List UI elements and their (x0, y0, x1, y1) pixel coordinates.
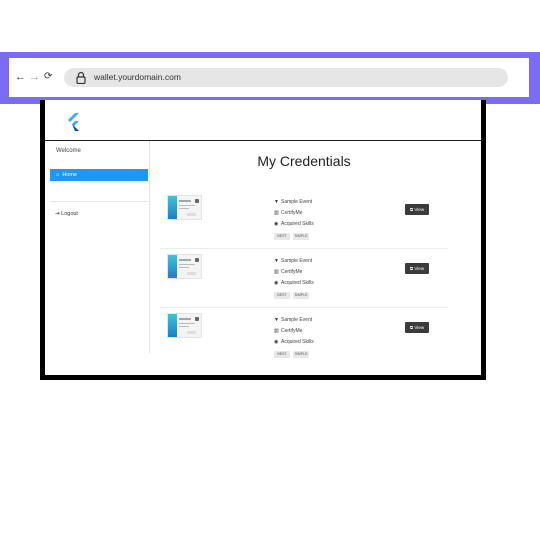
issuer-name: CertifyMe (281, 328, 303, 334)
skill-tag: BEST (274, 292, 290, 299)
skills-icon: ◉ (274, 221, 279, 227)
event-name: Sample Event (281, 258, 313, 264)
skills-label: Acquired Skills (281, 339, 314, 345)
issuer-line: ▥ CertifyMe (274, 210, 302, 216)
app-header (45, 100, 481, 141)
sidebar-divider (50, 201, 148, 202)
credential-card: ▼ Sample Event ▥ CertifyMe ◉ Acquired Skill… (160, 249, 448, 308)
skills-icon: ◉ (274, 280, 279, 286)
skill-tag: SIMPLE (293, 233, 309, 240)
trophy-icon: ▼ (274, 199, 279, 205)
event-line: ▼ Sample Event (274, 199, 312, 205)
skill-tag: BEST (274, 233, 290, 240)
skill-tag: SIMPLE (293, 351, 309, 358)
trophy-icon: ▼ (274, 317, 279, 323)
skills-line: ◉ Acquired Skills (274, 339, 314, 345)
view-label: View (414, 266, 425, 271)
logout-icon: ⇥ (55, 211, 60, 217)
institution-icon: ▥ (274, 210, 279, 216)
event-line: ▼ Sample Event (274, 258, 312, 264)
skills-line: ◉ Acquired Skills (274, 221, 314, 227)
skill-tag: BEST (274, 351, 290, 358)
external-link-icon: ⧉ (409, 325, 414, 330)
view-button[interactable]: ⧉ View (405, 263, 429, 274)
event-line: ▼ Sample Event (274, 317, 312, 323)
issuer-line: ▥ CertifyMe (274, 328, 302, 334)
forward-icon[interactable]: → (29, 70, 40, 84)
sidebar-item-label: Logout (61, 211, 78, 217)
skills-label: Acquired Skills (281, 221, 314, 227)
url-text[interactable]: wallet.yourdomain.com (94, 72, 181, 82)
institution-icon: ▥ (274, 269, 279, 275)
certificate-thumbnail[interactable] (167, 254, 202, 279)
issuer-name: CertifyMe (281, 269, 303, 275)
event-name: Sample Event (281, 317, 313, 323)
reload-icon[interactable]: ⟳ (44, 70, 52, 84)
skill-tag: SIMPLE (293, 292, 309, 299)
lock-icon (76, 71, 86, 84)
institution-icon: ▥ (274, 328, 279, 334)
issuer-name: CertifyMe (281, 210, 303, 216)
skills-label: Acquired Skills (281, 280, 314, 286)
view-button[interactable]: ⧉ View (405, 322, 429, 333)
issuer-line: ▥ CertifyMe (274, 269, 302, 275)
flutter-logo-icon[interactable] (66, 113, 80, 131)
external-link-icon: ⧉ (409, 207, 414, 212)
external-link-icon: ⧉ (409, 266, 414, 271)
view-label: View (414, 207, 425, 212)
sidebar-item-label: Home (62, 172, 77, 178)
sidebar-item-logout[interactable]: ⇥ Logout (55, 211, 78, 217)
event-name: Sample Event (281, 199, 313, 205)
certificate-thumbnail[interactable] (167, 195, 202, 220)
credential-card: ▼ Sample Event ▥ CertifyMe ◉ Acquired Skill… (160, 190, 448, 249)
skills-line: ◉ Acquired Skills (274, 280, 314, 286)
trophy-icon: ▼ (274, 258, 279, 264)
welcome-text: Welcome (56, 148, 81, 154)
sidebar-item-home[interactable]: ⌂ Home (50, 169, 148, 181)
back-icon[interactable]: ← (15, 70, 26, 84)
credential-card: ▼ Sample Event ▥ CertifyMe ◉ Acquired Skill… (160, 308, 448, 366)
page-title: My Credentials (257, 153, 351, 169)
home-icon: ⌂ (56, 172, 60, 178)
skills-icon: ◉ (274, 339, 279, 345)
view-button[interactable]: ⧉ View (405, 204, 429, 215)
certificate-thumbnail[interactable] (167, 313, 202, 338)
view-label: View (414, 325, 425, 330)
